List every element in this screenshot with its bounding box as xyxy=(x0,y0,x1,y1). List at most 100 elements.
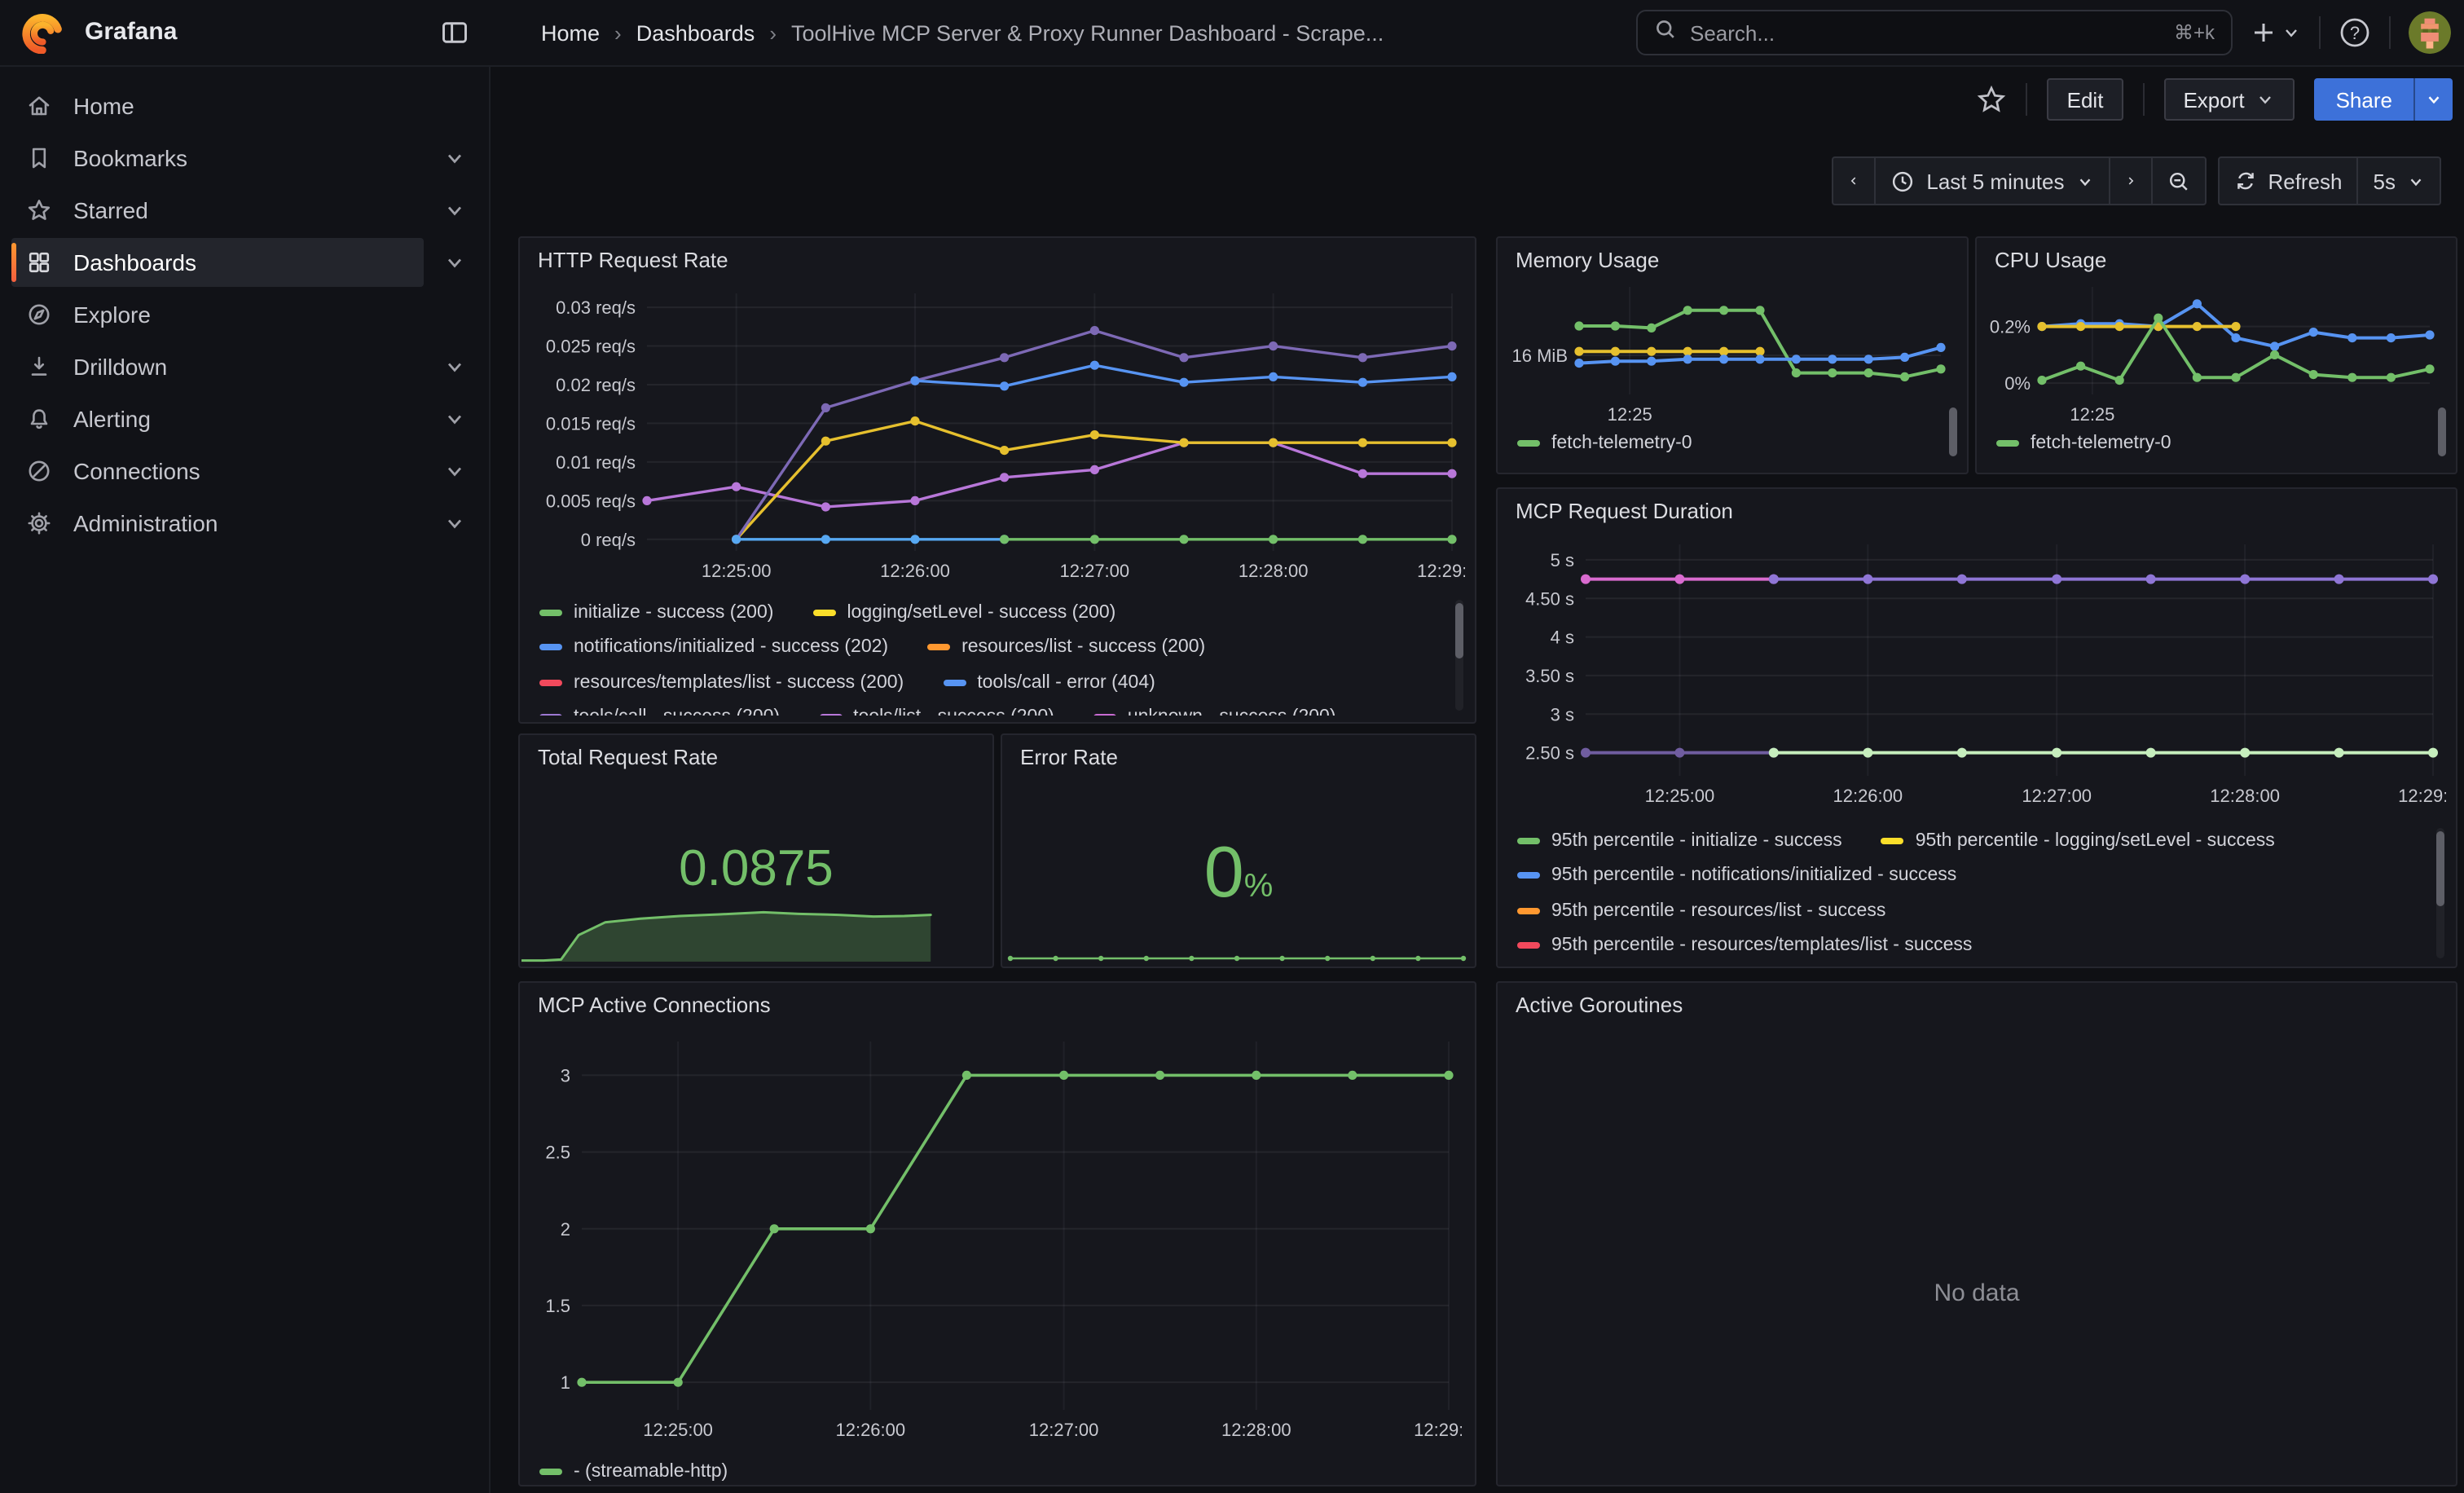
legend-item[interactable]: tools/call - error (404) xyxy=(943,672,1155,692)
time-shift-forward-icon[interactable] xyxy=(2108,156,2152,205)
sidebar-item-dashboards[interactable]: Dashboards xyxy=(11,238,424,287)
svg-text:12:25:00: 12:25:00 xyxy=(702,561,772,581)
panel-title[interactable]: Memory Usage xyxy=(1516,248,1659,272)
grafana-logo-icon[interactable] xyxy=(21,11,64,54)
legend-item[interactable]: 95th percentile - resources/list - succe… xyxy=(1517,901,1885,920)
legend-label: fetch-telemetry-0 xyxy=(2031,433,2171,452)
chevron-down-icon[interactable] xyxy=(443,251,466,274)
legend-item[interactable]: 95th percentile - resources/templates/li… xyxy=(1517,936,1972,955)
edit-button[interactable]: Edit xyxy=(2048,78,2123,121)
panel-title[interactable]: CPU Usage xyxy=(1995,248,2106,272)
sidebar-item-label: Explore xyxy=(73,302,151,328)
http-request-rate-chart[interactable]: 12:25:0012:26:0012:27:0012:28:0012:29:00… xyxy=(533,284,1465,584)
refresh-group: Refresh 5s xyxy=(2219,156,2441,205)
legend-item[interactable]: logging/setLevel - success (200) xyxy=(812,602,1115,622)
legend-item[interactable]: resources/templates/list - success (200) xyxy=(539,672,904,692)
legend-swatch xyxy=(927,644,950,650)
breadcrumb-current-dashboard: ToolHive MCP Server & Proxy Runner Dashb… xyxy=(791,20,1384,45)
sidebar-item-alerting[interactable]: Alerting xyxy=(11,394,424,443)
export-button[interactable]: Export xyxy=(2163,78,2295,121)
panel-title[interactable]: HTTP Request Rate xyxy=(538,248,728,272)
legend-scrollbar-thumb[interactable] xyxy=(1455,603,1463,658)
chevron-down-icon[interactable] xyxy=(443,147,466,170)
time-shift-back-icon[interactable] xyxy=(1832,156,1876,205)
legend-item[interactable]: initialize - success (200) xyxy=(539,602,773,622)
chevron-down-icon xyxy=(2407,172,2425,190)
legend-item[interactable]: tools/list - success (200) xyxy=(819,707,1054,716)
legend-row: resources/templates/list - success (200)… xyxy=(539,670,1449,694)
search-input[interactable]: Search... ⌘+k xyxy=(1636,10,2233,55)
sidebar-item-label: Drilldown xyxy=(73,354,167,380)
sidebar-item-starred[interactable]: Starred xyxy=(11,186,424,235)
svg-text:2: 2 xyxy=(561,1219,570,1240)
topbar-actions: Search... ⌘+k ? xyxy=(1636,0,2451,65)
gear-icon xyxy=(26,510,52,536)
mcp-request-duration-chart[interactable]: 12:25:0012:26:0012:27:0012:28:0012:29:00… xyxy=(1511,535,2446,808)
help-icon[interactable]: ? xyxy=(2339,16,2371,49)
legend-item[interactable]: tools/call - success (200) xyxy=(539,707,780,716)
panel-title[interactable]: Total Request Rate xyxy=(538,745,718,769)
legend-item[interactable]: fetch-telemetry-0 xyxy=(1996,433,2171,452)
svg-text:4.50 s: 4.50 s xyxy=(1525,588,1574,609)
favorite-star-icon[interactable] xyxy=(1978,85,2007,114)
svg-text:12:25: 12:25 xyxy=(2070,404,2114,425)
sidebar-item-home[interactable]: Home xyxy=(11,81,424,130)
memory-usage-chart[interactable]: 12:2516 MiB xyxy=(1504,277,1954,427)
legend-item[interactable]: 95th percentile - notifications/initiali… xyxy=(1517,865,1956,885)
collapse-sidebar-icon[interactable] xyxy=(440,18,469,47)
legend-item[interactable]: 95th percentile - initialize - success xyxy=(1517,830,1842,850)
legend-item[interactable]: - (streamable-http) xyxy=(539,1461,728,1481)
breadcrumb-dashboards[interactable]: Dashboards xyxy=(636,20,755,45)
sidebar-item-connections[interactable]: Connections xyxy=(11,447,424,495)
mcp-active-connections-chart[interactable]: 12:25:0012:26:0012:27:0012:28:0012:29:00… xyxy=(533,1032,1462,1442)
legend-scrollbar-thumb[interactable] xyxy=(2438,407,2446,456)
panel-memory-usage: Memory Usage 12:2516 MiB fetch-telemetry… xyxy=(1496,236,1969,474)
svg-text:3.50 s: 3.50 s xyxy=(1525,666,1574,686)
zoom-out-time-icon[interactable] xyxy=(2150,156,2206,205)
sidebar-item-administration[interactable]: Administration xyxy=(11,499,424,548)
share-button[interactable]: Share xyxy=(2315,78,2413,121)
svg-text:4 s: 4 s xyxy=(1551,628,1574,648)
cpu-usage-chart[interactable]: 12:250.2%0% xyxy=(1983,277,2443,427)
refresh-interval-picker[interactable]: 5s xyxy=(2357,156,2441,205)
panel-title[interactable]: Active Goroutines xyxy=(1516,993,1683,1017)
svg-text:12:27:00: 12:27:00 xyxy=(2022,786,2092,806)
legend-row: - (streamable-http) xyxy=(539,1459,1449,1483)
total-request-rate-value: 0.0875 xyxy=(520,839,992,898)
legend-swatch xyxy=(1517,872,1540,879)
refresh-button[interactable]: Refresh xyxy=(2217,156,2358,205)
user-avatar[interactable] xyxy=(2409,11,2451,54)
error-rate-sparkline[interactable] xyxy=(1004,927,1470,963)
sidebar-item-bookmarks[interactable]: Bookmarks xyxy=(11,134,424,183)
legend-item[interactable]: fetch-telemetry-0 xyxy=(1517,433,1692,452)
chevron-down-icon[interactable] xyxy=(443,407,466,430)
svg-text:0.02 req/s: 0.02 req/s xyxy=(556,375,636,395)
chevron-down-icon[interactable] xyxy=(443,512,466,535)
legend-row: 95th percentile - resources/templates/li… xyxy=(1517,933,2430,958)
legend-item[interactable]: resources/list - success (200) xyxy=(927,637,1205,657)
divider xyxy=(2142,83,2144,116)
legend-swatch xyxy=(819,714,842,716)
panel-title[interactable]: Error Rate xyxy=(1020,745,1118,769)
chevron-down-icon[interactable] xyxy=(443,199,466,222)
svg-text:3 s: 3 s xyxy=(1551,704,1574,724)
add-new-button[interactable] xyxy=(2251,20,2301,46)
legend-scrollbar-thumb[interactable] xyxy=(2436,831,2444,906)
breadcrumb-home[interactable]: Home xyxy=(541,20,600,45)
time-range-picker[interactable]: Last 5 minutes xyxy=(1874,156,2110,205)
legend-item[interactable]: notifications/initialized - success (202… xyxy=(539,637,888,657)
legend-item[interactable]: 95th percentile - logging/setLevel - suc… xyxy=(1881,830,2275,850)
sidebar-item-drilldown[interactable]: Drilldown xyxy=(11,342,424,391)
panel-title[interactable]: MCP Active Connections xyxy=(538,993,771,1017)
share-options-icon[interactable] xyxy=(2413,78,2453,121)
breadcrumb-separator: › xyxy=(769,20,777,45)
legend-swatch xyxy=(812,609,835,615)
chevron-down-icon[interactable] xyxy=(443,460,466,482)
svg-text:?: ? xyxy=(2350,23,2360,43)
chevron-down-icon[interactable] xyxy=(443,355,466,378)
legend-item[interactable]: unknown - success (200) xyxy=(1093,707,1336,716)
panel-mcp-request-duration: MCP Request Duration 12:25:0012:26:0012:… xyxy=(1496,487,2457,968)
legend-scrollbar-thumb[interactable] xyxy=(1949,407,1957,456)
panel-title[interactable]: MCP Request Duration xyxy=(1516,499,1733,523)
sidebar-item-explore[interactable]: Explore xyxy=(11,290,424,339)
